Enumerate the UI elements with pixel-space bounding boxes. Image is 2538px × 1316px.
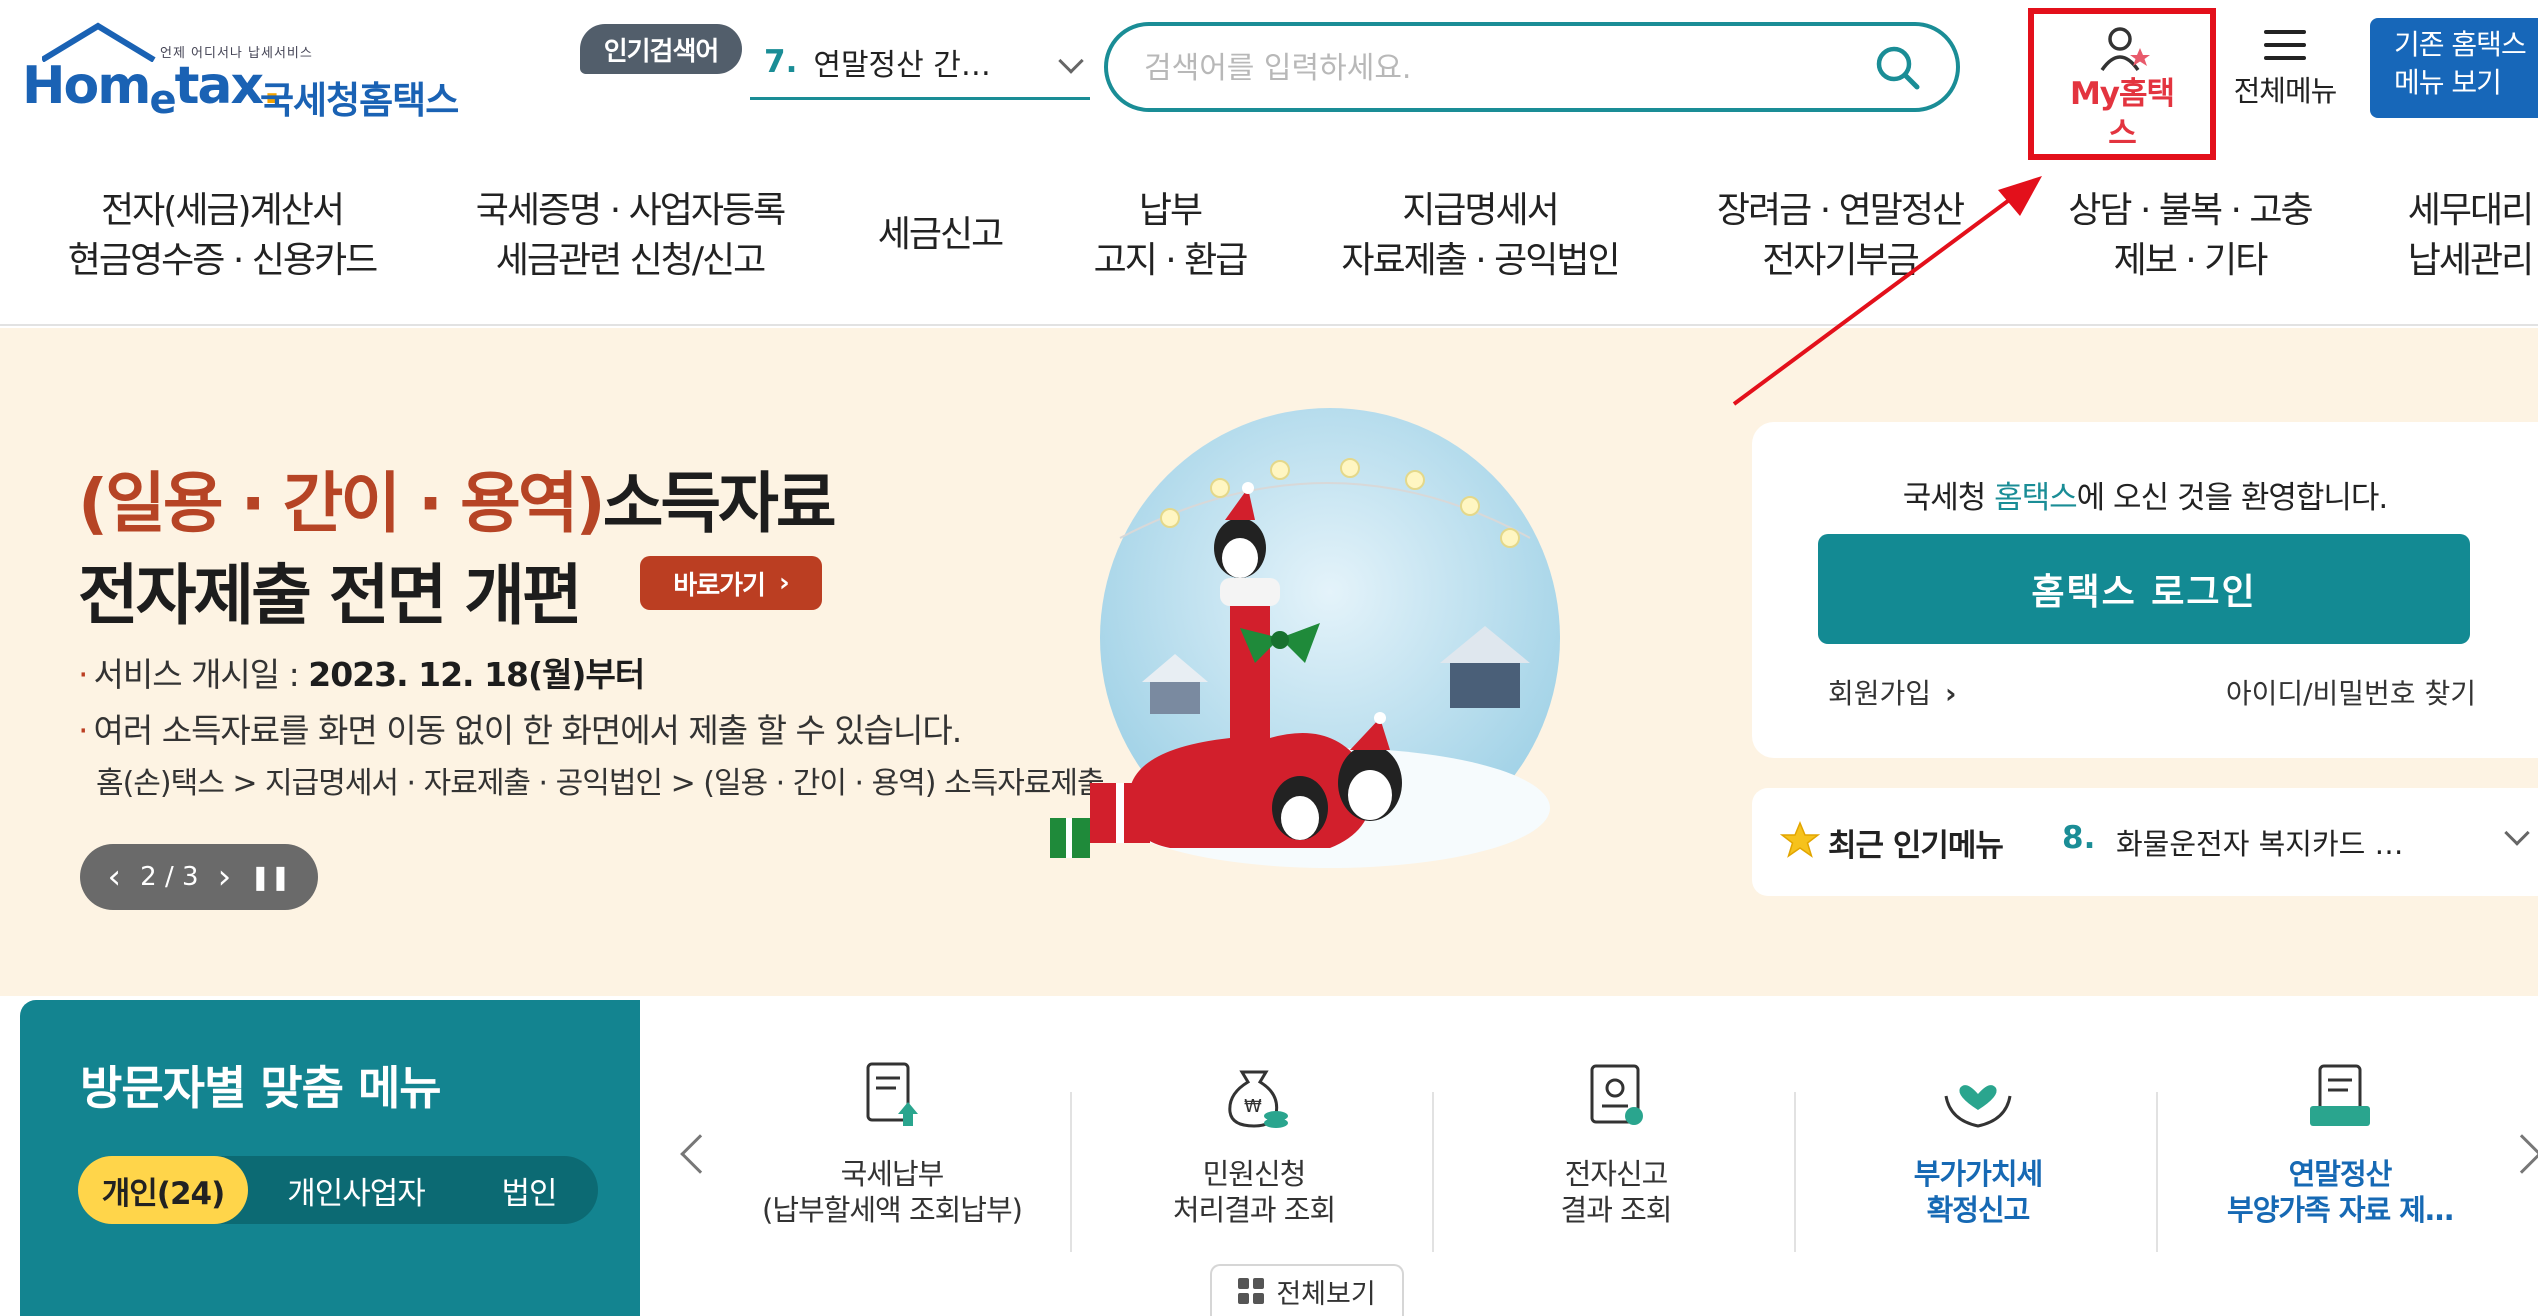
quick-item-e-filing[interactable]: 전자신고 결과 조회 bbox=[1436, 1056, 1796, 1228]
pause-icon[interactable]: ❚❚ bbox=[250, 863, 290, 891]
certificate-icon bbox=[1590, 1064, 1643, 1125]
slide-indicator: 2 / 3 bbox=[140, 862, 199, 892]
search-input[interactable] bbox=[1144, 44, 1844, 92]
visitor-custom-menu: 방문자별 맞춤 메뉴 개인(24) 개인사업자 법인 bbox=[20, 1000, 640, 1316]
my-hometax-button[interactable]: My홈택 스 bbox=[2028, 8, 2216, 160]
all-menu-label: 전체메뉴 bbox=[2233, 74, 2338, 108]
recent-popular-label: 최근 인기메뉴 bbox=[1828, 828, 2004, 864]
all-menu-button[interactable]: 전체메뉴 bbox=[2220, 22, 2350, 112]
popular-rank: 7. bbox=[764, 43, 798, 80]
tab-corporation[interactable]: 법인 bbox=[464, 1156, 594, 1224]
quick-item-vat-return[interactable]: 부가가치세 확정신고 bbox=[1798, 1056, 2158, 1228]
main-navigation: 전자(세금)계산서 현금영수증 · 신용카드 국세증명 · 사업자등록 세금관련 신… bbox=[0, 166, 2538, 326]
hometax-logo[interactable]: 언제 어디서나 납세서비스 Hometax. 국세청홈택스 bbox=[22, 18, 462, 123]
slider-prev-icon[interactable]: ‹ bbox=[108, 857, 122, 897]
quick-item-civil-request[interactable]: ₩ 민원신청 처리결과 조회 bbox=[1074, 1056, 1434, 1228]
money-bag-icon: ₩ bbox=[1228, 1070, 1288, 1128]
logo-korean-name: 국세청홈택스 bbox=[260, 79, 459, 122]
header: 언제 어디서나 납세서비스 Hometax. 국세청홈택스 인기검색어 7. 연… bbox=[0, 0, 2538, 160]
find-id-password-link[interactable]: 아이디/비밀번호 찾기 bbox=[2226, 672, 2476, 712]
recent-popular-rank: 8. bbox=[2062, 820, 2096, 856]
star-icon bbox=[1780, 821, 1820, 858]
tab-sole-proprietor[interactable]: 개인사업자 bbox=[256, 1156, 456, 1224]
gnb-item-payment-statements[interactable]: 지급명세서 자료제출 · 공익법인 bbox=[1300, 186, 1660, 286]
divider bbox=[1794, 1092, 1796, 1252]
divider bbox=[2156, 1092, 2158, 1252]
search-icon[interactable] bbox=[1872, 42, 1924, 94]
quick-item-tax-payment[interactable]: 국세납부 (납부할세액 조회납부) bbox=[712, 1056, 1072, 1228]
popular-search-dropdown[interactable]: 7. 연말정산 간… bbox=[750, 26, 1090, 100]
join-link[interactable]: 회원가입 › bbox=[1828, 672, 1957, 712]
christmas-boot-illustration bbox=[1050, 408, 1560, 868]
banner-go-button[interactable]: 바로가기 › bbox=[640, 556, 822, 610]
banner-menu-path: 홈(손)택스 > 지급명세서 · 자료제출 · 공익법인 > (일용 · 간이 … bbox=[96, 766, 1105, 801]
banner-service-date: · 서비스 개시일 : 2023. 12. 18(월)부터 bbox=[78, 655, 645, 694]
view-all-button[interactable]: 전체보기 bbox=[1210, 1264, 1404, 1316]
login-card: 국세청 홈택스에 오신 것을 환영합니다. 홈택스 로그인 회원가입 › 아이디/… bbox=[1752, 422, 2538, 758]
gnb-item-tax-agent[interactable]: 세무대리 납세관리 bbox=[2390, 186, 2538, 286]
chevron-down-icon[interactable] bbox=[2504, 820, 2530, 846]
chevron-down-icon bbox=[1058, 48, 1084, 74]
slider-next-icon[interactable]: › bbox=[218, 857, 232, 897]
old-hometax-menu-button[interactable]: 기존 홈택스 메뉴 보기 bbox=[2370, 18, 2538, 118]
search-box bbox=[1104, 22, 1960, 112]
banner-title: (일용 · 간이 · 용역)소득자료 bbox=[78, 465, 837, 542]
banner-description: · 여러 소득자료를 화면 이동 없이 한 화면에서 제출 할 수 있습니다. bbox=[78, 711, 962, 750]
svg-text:₩: ₩ bbox=[1244, 1096, 1262, 1117]
welcome-text: 국세청 홈택스에 오신 것을 환영합니다. bbox=[1902, 480, 2389, 516]
document-tray-icon bbox=[2310, 1064, 2370, 1126]
divider bbox=[1070, 1092, 1072, 1252]
tax-payment-icon bbox=[866, 1062, 918, 1126]
gnb-item-consultation[interactable]: 상담 · 불복 · 고충 제보 · 기타 bbox=[2030, 186, 2350, 286]
visitor-menu-title: 방문자별 맞춤 메뉴 bbox=[80, 1061, 442, 1115]
user-star-icon bbox=[2100, 27, 2150, 72]
hometax-login-button[interactable]: 홈택스 로그인 bbox=[1818, 534, 2470, 644]
gnb-item-payment[interactable]: 납부 고지 · 환급 bbox=[1070, 186, 1270, 286]
popular-search-badge: 인기검색어 bbox=[580, 24, 742, 74]
quick-item-year-end-settlement[interactable]: 연말정산 부양가족 자료 제… bbox=[2160, 1056, 2520, 1228]
recent-popular-term: 화물운전자 복지카드 … bbox=[2116, 827, 2404, 861]
banner-title-line2: 전자제출 전면 개편 bbox=[78, 557, 583, 634]
logo-brand: Hometax. bbox=[22, 56, 282, 123]
gnb-item-tax-return[interactable]: 세금신고 bbox=[850, 210, 1030, 260]
recent-popular-menu[interactable]: 최근 인기메뉴 8. 화물운전자 복지카드 … bbox=[1752, 788, 2538, 896]
gnb-item-e-invoice[interactable]: 전자(세금)계산서 현금영수증 · 신용카드 bbox=[42, 186, 402, 286]
divider bbox=[1432, 1092, 1434, 1252]
slider-control: ‹ 2 / 3 › ❚❚ bbox=[80, 844, 318, 910]
tab-individual[interactable]: 개인(24) bbox=[78, 1156, 248, 1224]
heart-hands-icon bbox=[1944, 1085, 2012, 1128]
annotation-arrow bbox=[1732, 176, 2042, 406]
main-banner: (일용 · 간이 · 용역)소득자료 전자제출 전면 개편 바로가기 › · 서비스… bbox=[0, 328, 2538, 996]
popular-term: 연말정산 간… bbox=[813, 47, 991, 83]
grid-icon bbox=[1238, 1278, 1265, 1304]
gnb-item-certificates[interactable]: 국세증명 · 사업자등록 세금관련 신청/신고 bbox=[450, 186, 810, 286]
quick-menu: 국세납부 (납부할세액 조회납부) ₩ 민원신청 처리결과 조회 전자신고 결과 조회… bbox=[640, 1000, 2538, 1316]
visitor-tabs: 개인(24) 개인사업자 법인 bbox=[78, 1156, 598, 1224]
my-hometax-label: My홈택 스 bbox=[2069, 76, 2175, 152]
hamburger-icon bbox=[2264, 30, 2306, 69]
